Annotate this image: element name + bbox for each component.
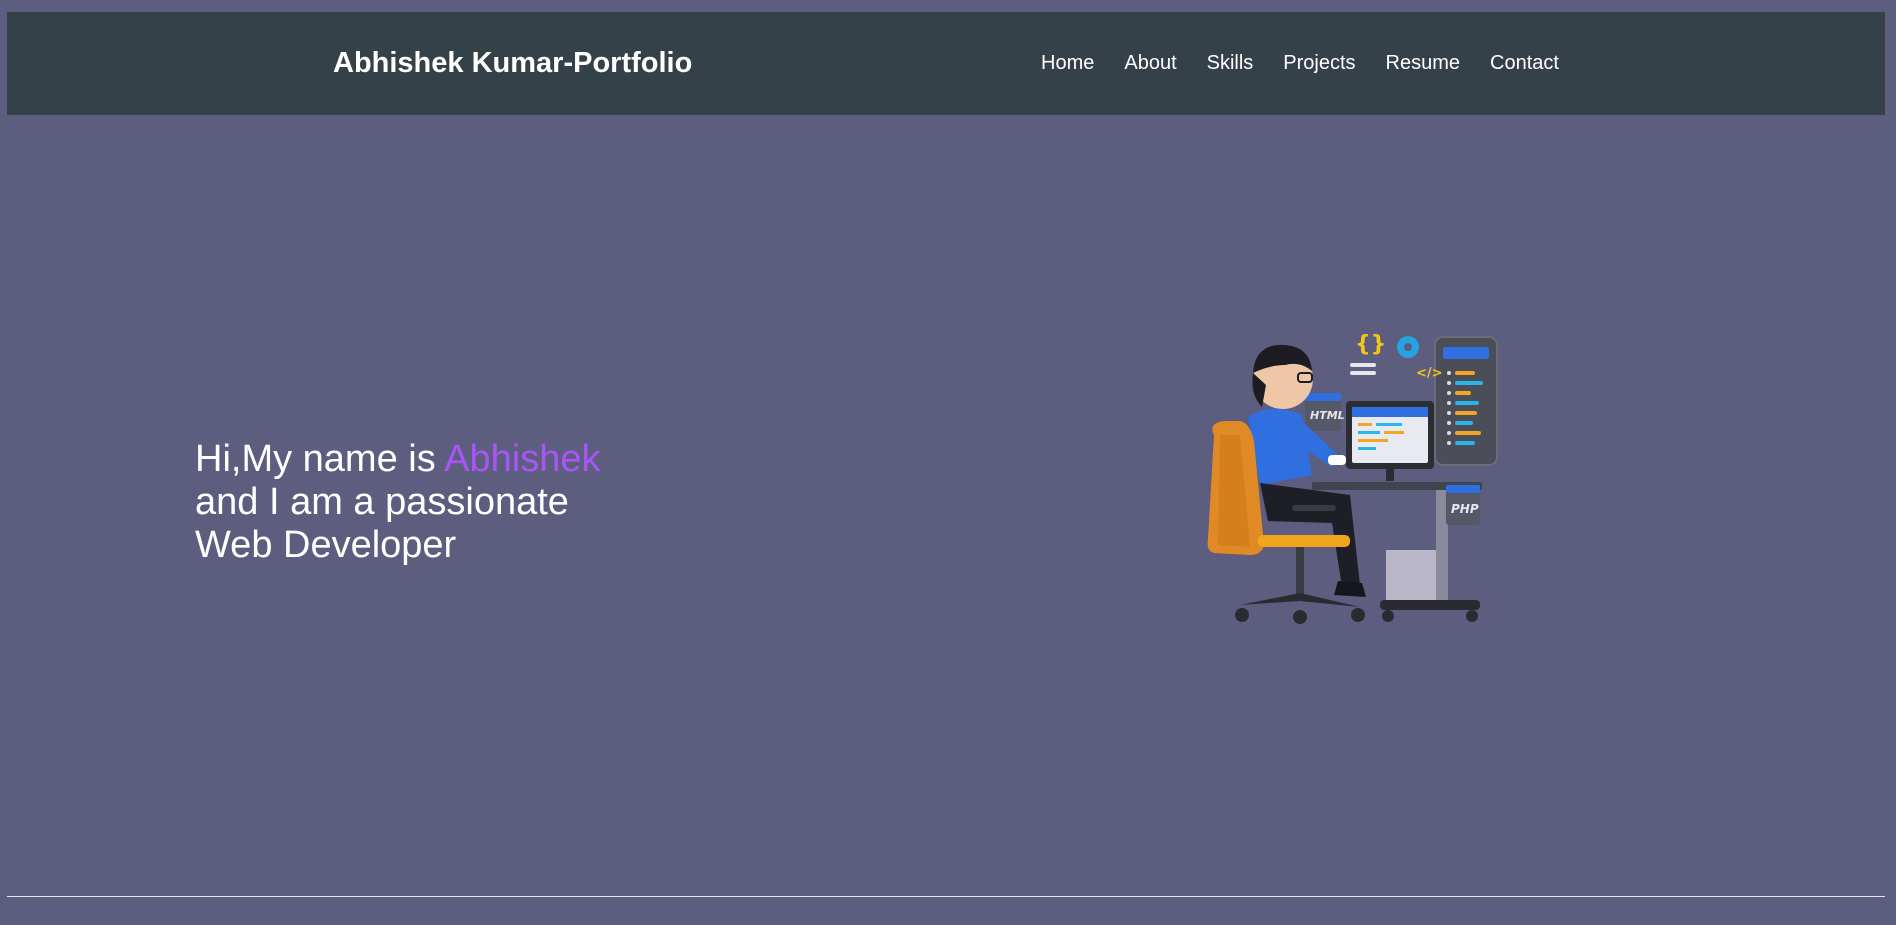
php-label: PHP [1451, 502, 1479, 516]
navbar: Abhishek Kumar-Portfolio Home About Skil… [7, 12, 1885, 115]
developer-figure [1248, 344, 1366, 597]
brand-title[interactable]: Abhishek Kumar-Portfolio [333, 12, 692, 115]
nav-resume-link[interactable]: Resume [1386, 52, 1460, 75]
nav-home-link[interactable]: Home [1041, 52, 1094, 75]
hero-name-highlight: Abhishek [444, 438, 601, 480]
html-label: HTML [1310, 409, 1345, 422]
hero-intro: Hi,My name is Abhishek and I am a passio… [195, 438, 675, 567]
hero-line-2: and I am a passionate [195, 481, 569, 523]
footer-divider [7, 896, 1885, 897]
code-panel-icon [1434, 336, 1498, 466]
hero-intro-prefix: Hi,My name is [195, 438, 445, 480]
gear-icon [1397, 336, 1419, 358]
page: Abhishek Kumar-Portfolio Home About Skil… [0, 0, 1896, 925]
nav-about-link[interactable]: About [1124, 52, 1176, 75]
hero-line-1: Hi,My name is Abhishek [195, 438, 675, 481]
html-badge-icon: HTML [1305, 393, 1345, 431]
braces-icon: {} [1355, 332, 1386, 357]
monitor-icon [1346, 401, 1434, 481]
developer-illustration: {} </> HTML PHP [1207, 332, 1498, 624]
nav-menu: Home About Skills Projects Resume Contac… [1041, 12, 1559, 115]
nav-contact-link[interactable]: Contact [1490, 52, 1559, 75]
hero-line-3: Web Developer [195, 524, 457, 566]
code-tag-icon: </> [1416, 366, 1443, 381]
nav-skills-link[interactable]: Skills [1207, 52, 1254, 75]
nav-projects-link[interactable]: Projects [1283, 52, 1355, 75]
php-badge-icon: PHP [1446, 485, 1480, 525]
